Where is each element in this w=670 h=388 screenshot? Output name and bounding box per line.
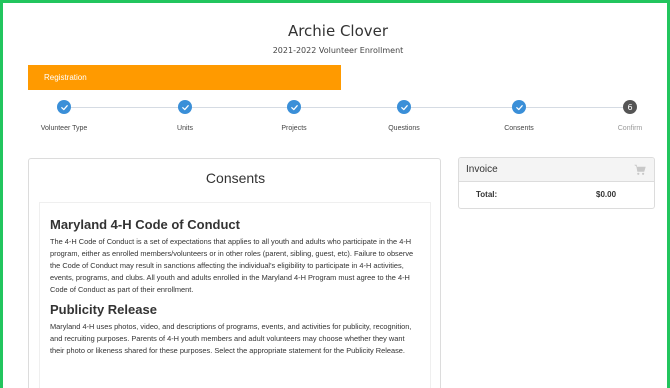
cart-icon[interactable] [634, 164, 646, 176]
enrollment-subtitle: 2021-2022 Volunteer Enrollment [272, 46, 404, 55]
steps-connector-line [63, 107, 631, 108]
check-icon [400, 104, 408, 110]
page-frame: Archie Clover 2021-2022 Volunteer Enroll… [0, 0, 670, 388]
step-volunteer-type-label[interactable]: Volunteer Type [41, 125, 88, 132]
step-consents-label[interactable]: Consents [504, 125, 534, 132]
step-number: 6 [627, 102, 633, 112]
publicity-release-title: Publicity Release [50, 302, 157, 317]
consents-title: Consents [205, 170, 266, 186]
invoice-total-value: $0.00 [596, 190, 617, 199]
step-consents-dot[interactable] [512, 100, 526, 114]
step-confirm-dot[interactable]: 6 [623, 100, 637, 114]
participant-name: Archie Clover [287, 22, 389, 40]
registration-label: Registration [44, 73, 87, 82]
invoice-title: Invoice [466, 164, 498, 175]
invoice-header: Invoice [459, 158, 654, 182]
step-volunteer-type-dot[interactable] [57, 100, 71, 114]
step-questions-dot[interactable] [397, 100, 411, 114]
publicity-release-text: Maryland 4-H uses photos, video, and des… [50, 322, 412, 355]
step-questions-label[interactable]: Questions [388, 125, 420, 132]
code-of-conduct-title: Maryland 4-H Code of Conduct [50, 217, 240, 232]
invoice-total-label: Total: [476, 190, 498, 199]
consents-content: Maryland 4-H Code of Conduct The 4-H Cod… [39, 202, 431, 388]
registration-progress-bar: Registration [28, 65, 341, 90]
check-icon [181, 104, 189, 110]
check-icon [60, 104, 68, 110]
step-units-label[interactable]: Units [177, 125, 193, 132]
step-units-dot[interactable] [178, 100, 192, 114]
check-icon [515, 104, 523, 110]
step-projects-label[interactable]: Projects [281, 125, 306, 132]
step-projects-dot[interactable] [287, 100, 301, 114]
consents-panel: Consents Maryland 4-H Code of Conduct Th… [28, 158, 441, 388]
invoice-total-row: Total: $0.00 [459, 182, 654, 208]
check-icon [290, 104, 298, 110]
invoice-panel: Invoice Total: $0.00 [458, 157, 655, 209]
code-of-conduct-text: The 4-H Code of Conduct is a set of expe… [50, 237, 414, 294]
step-confirm-label[interactable]: Confirm [618, 125, 643, 132]
